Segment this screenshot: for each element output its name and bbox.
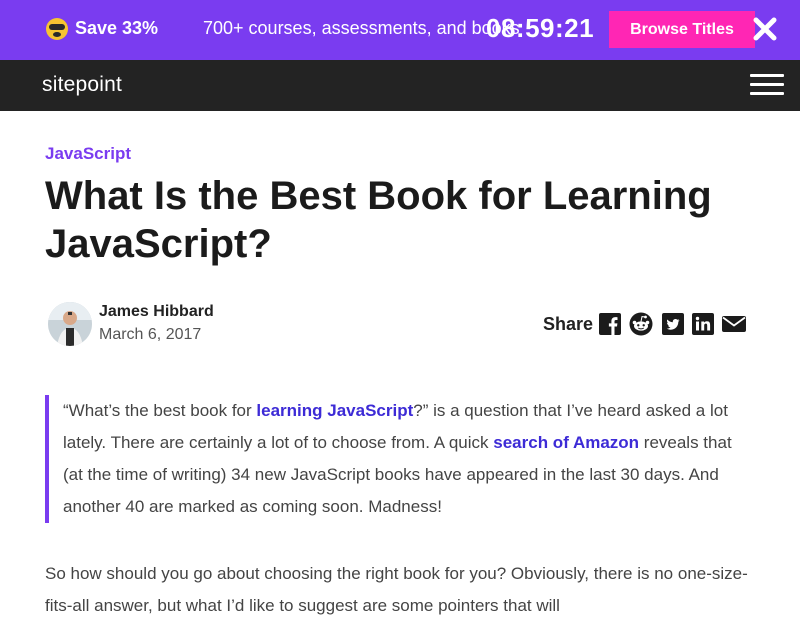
article-title: What Is the Best Book for Learning JavaS… [45, 174, 712, 266]
publish-date: March 6, 2017 [99, 326, 202, 343]
category-link[interactable]: JavaScript [45, 144, 131, 164]
sitepoint-logo-text[interactable]: sitepoint [42, 73, 122, 97]
promo-countdown: 08:59:21 [486, 13, 595, 43]
linkedin-icon[interactable] [691, 312, 715, 336]
learning-javascript-link[interactable]: learning JavaScript [256, 401, 413, 420]
body-paragraph: So how should you go about choosing the … [45, 564, 748, 615]
author-avatar[interactable] [48, 302, 92, 346]
promo-description: 700+ courses, assessments, and books [203, 18, 520, 38]
close-icon[interactable] [752, 16, 778, 42]
author-name-link[interactable]: James Hibbard [99, 303, 214, 321]
shocked-face-emoji-icon [46, 18, 68, 40]
facebook-icon[interactable] [598, 312, 622, 336]
search-of-amazon-link[interactable]: search of Amazon [493, 433, 639, 452]
hamburger-menu-icon[interactable] [750, 74, 784, 96]
intro-blockquote: “What’s the best book for learning JavaS… [45, 395, 755, 523]
promo-save-text: Save 33% [75, 18, 159, 38]
sitepoint-logo-icon[interactable] [14, 133, 38, 159]
browse-titles-button[interactable]: Browse Titles [609, 11, 755, 48]
promo-banner: Save 33% 700+ courses, assessments, and … [0, 0, 800, 60]
share-label: Share [543, 314, 594, 334]
intro-text-1: “What’s the best book for [63, 401, 257, 420]
email-icon[interactable] [721, 312, 747, 336]
site-header: sitepoint [0, 60, 800, 159]
twitter-icon[interactable] [661, 312, 685, 336]
reddit-icon[interactable] [629, 312, 653, 336]
